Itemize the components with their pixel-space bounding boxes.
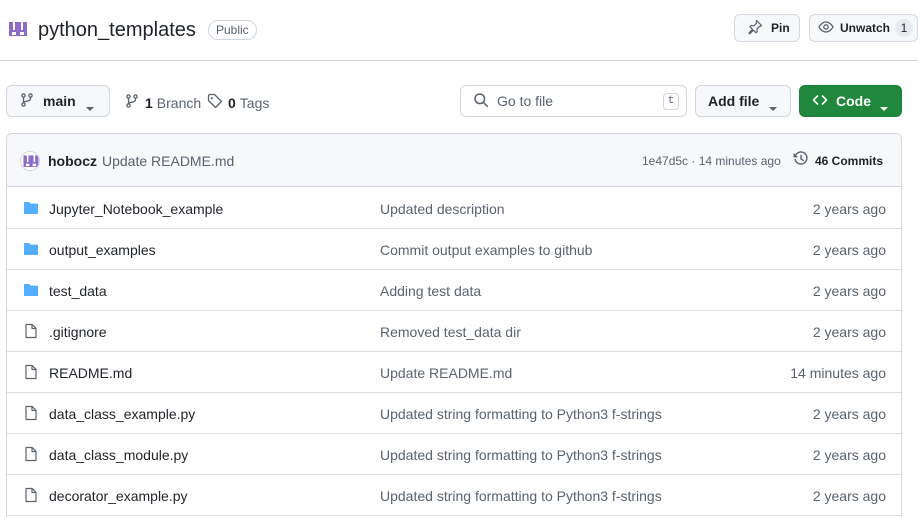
tags-count: 0 [228,94,236,111]
commit-age: 2 years ago [812,201,886,217]
unwatch-button[interactable]: Unwatch 1 [809,14,918,42]
table-row[interactable]: Jupyter_Notebook_example Updated descript… [7,188,901,229]
commit-message-link[interactable]: Removed test_data dir [380,324,521,340]
pin-button[interactable]: Pin [734,14,800,42]
branch-icon [124,93,140,112]
keyboard-shortcut-hint: t [663,93,679,110]
code-label: Code [836,93,871,109]
commit-age: 2 years ago [812,324,886,340]
branches-label: Branch [156,94,202,111]
commit-age: 2 years ago [812,242,886,258]
search-input[interactable] [497,93,647,109]
branch-icon [19,92,35,111]
commit-message[interactable]: Update README.md [102,153,234,169]
table-row[interactable]: README.md Update README.md 14 minutes ago [7,352,901,393]
branches-link[interactable]: 1 Branch [124,93,201,112]
commit-age: 2 years ago [812,447,886,463]
file-icon [23,323,39,339]
eye-icon [818,19,834,38]
unwatch-label: Unwatch [840,21,891,35]
commit-message-link[interactable]: Update README.md [380,365,512,381]
file-browser: hobocz Update README.md 1e47d5c · 14 min… [6,133,902,517]
commits-history-link[interactable]: 46 Commits [793,151,883,170]
file-icon [23,405,39,421]
file-list: Jupyter_Notebook_example Updated descript… [7,188,901,516]
add-file-button[interactable]: Add file [695,85,791,117]
file-icon [23,364,39,380]
history-icon [793,151,809,170]
file-icon [23,487,39,503]
repo-owner-avatar[interactable] [6,18,30,42]
commit-message-link[interactable]: Updated description [380,201,505,217]
commit-author[interactable]: hobocz [48,153,97,169]
table-row[interactable]: .gitignore Removed test_data dir 2 years a… [7,311,901,352]
avatar[interactable] [20,151,40,171]
chevron-down-icon [85,99,95,115]
folder-icon [23,241,39,257]
add-file-label: Add file [708,93,760,109]
commit-message-link[interactable]: Updated string formatting to Python3 f-s… [380,488,662,504]
tags-label: Tags [239,94,270,111]
commit-age: 2 years ago [812,283,886,299]
branches-count: 1 [145,94,153,111]
table-row[interactable]: output_examples Commit output examples to… [7,229,901,270]
pin-label: Pin [771,21,790,35]
file-icon [23,446,39,462]
file-name-link[interactable]: Jupyter_Notebook_example [49,201,223,217]
go-to-file-search[interactable]: t [460,85,687,117]
branch-selector[interactable]: main [6,85,110,117]
commit-age: 2 years ago [812,406,886,422]
folder-icon [23,282,39,298]
commits-count-label: 46 Commits [815,153,884,168]
tags-link[interactable]: 0 Tags [207,93,269,112]
pin-icon [747,19,763,38]
file-name-link[interactable]: .gitignore [49,324,107,340]
table-row[interactable]: data_class_module.py Updated string forma… [7,434,901,475]
repo-header: python_templates Public Pin Unwatch 1 [0,0,918,61]
branch-name: main [43,93,76,109]
chevron-down-icon [879,99,889,115]
search-icon [473,92,489,111]
code-icon [812,92,828,111]
repo-name[interactable]: python_templates [38,17,196,43]
commit-age: 2 years ago [812,488,886,504]
tag-icon [207,93,223,112]
file-name-link[interactable]: test_data [49,283,107,299]
file-name-link[interactable]: data_class_example.py [49,406,195,422]
code-button[interactable]: Code [799,85,902,117]
commit-age: 14 minutes ago [790,365,886,381]
commit-hash-time[interactable]: 1e47d5c · 14 minutes ago [642,154,781,168]
repo-toolbar: main 1 Branch 0 Tags t Add file [0,85,918,117]
chevron-down-icon [768,99,778,115]
folder-icon [23,200,39,216]
commit-message-link[interactable]: Updated string formatting to Python3 f-s… [380,447,662,463]
file-name-link[interactable]: decorator_example.py [49,488,188,504]
commit-message-link[interactable]: Updated string formatting to Python3 f-s… [380,406,662,422]
watch-count: 1 [895,19,913,37]
table-row[interactable]: data_class_example.py Updated string form… [7,393,901,434]
visibility-badge: Public [208,20,257,40]
latest-commit-bar: hobocz Update README.md 1e47d5c · 14 min… [7,134,901,187]
commit-message-link[interactable]: Commit output examples to github [380,242,592,258]
file-name-link[interactable]: output_examples [49,242,156,258]
table-row[interactable]: decorator_example.py Updated string forma… [7,475,901,516]
file-name-link[interactable]: data_class_module.py [49,447,188,463]
commit-message-link[interactable]: Adding test data [380,283,481,299]
table-row[interactable]: test_data Adding test data 2 years ago [7,270,901,311]
file-name-link[interactable]: README.md [49,365,132,381]
